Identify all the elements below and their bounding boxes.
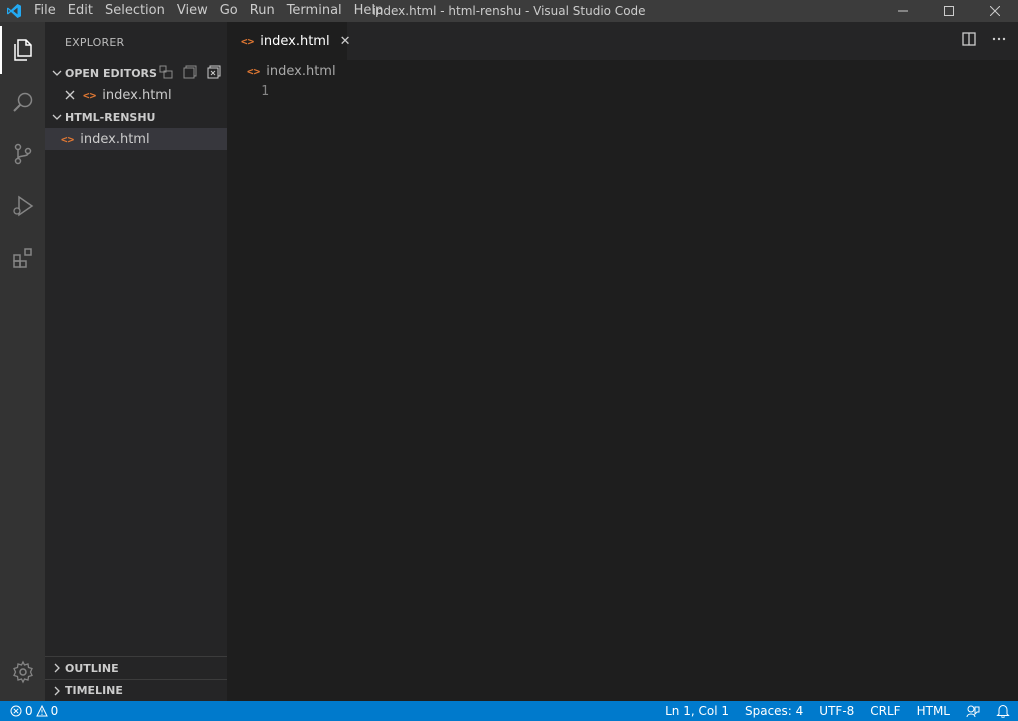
split-editor-icon[interactable]	[962, 32, 976, 50]
run-debug-icon	[12, 195, 33, 217]
error-icon	[10, 705, 22, 717]
files-icon	[13, 39, 32, 61]
maximize-icon	[944, 6, 954, 16]
problems-status[interactable]: 0 0	[10, 701, 66, 721]
encoding-status[interactable]: UTF-8	[811, 701, 862, 721]
close-editor-icon[interactable]	[65, 90, 75, 100]
editor-actions	[962, 22, 1006, 60]
menu-terminal[interactable]: Terminal	[281, 0, 348, 22]
menu-file[interactable]: File	[28, 0, 62, 22]
menu-selection[interactable]: Selection	[99, 0, 171, 22]
indentation-status[interactable]: Spaces: 4	[737, 701, 811, 721]
warning-icon	[35, 705, 48, 717]
html-file-icon: <>	[61, 132, 75, 146]
manage-button[interactable]	[0, 648, 45, 696]
notifications-button[interactable]	[988, 701, 1018, 721]
menu-view[interactable]: View	[171, 0, 214, 22]
warning-count: 0	[50, 704, 59, 718]
search-button[interactable]	[0, 78, 45, 126]
close-all-editors-icon[interactable]	[207, 65, 221, 82]
timeline-label: TIMELINE	[65, 684, 123, 697]
open-editors-label: OPEN EDITORS	[65, 66, 157, 80]
tab-label: index.html	[260, 33, 330, 49]
search-icon	[12, 92, 32, 112]
source-control-button[interactable]	[0, 130, 45, 178]
line-number: 1	[261, 84, 269, 99]
html-file-icon: <>	[247, 64, 261, 78]
extensions-button[interactable]	[0, 234, 45, 282]
html-file-icon: <>	[83, 88, 97, 102]
language-mode[interactable]: HTML	[909, 701, 958, 721]
bottom-sections: OUTLINE TIMELINE	[45, 656, 227, 701]
chevron-down-icon	[49, 68, 65, 78]
chevron-right-icon	[49, 663, 65, 673]
source-control-icon	[14, 143, 31, 165]
tabs-bar: <> index.html ✕	[227, 22, 1018, 60]
maximize-button[interactable]	[926, 0, 972, 22]
cursor-position[interactable]: Ln 1, Col 1	[657, 701, 737, 721]
error-count: 0	[25, 704, 33, 718]
timeline-header[interactable]: TIMELINE	[45, 679, 227, 701]
new-untitled-file-icon[interactable]	[159, 65, 173, 82]
folder-label: HTML-RENSHU	[65, 110, 156, 124]
window-controls	[880, 0, 1018, 22]
close-tab-icon[interactable]: ✕	[340, 34, 351, 49]
minimize-button[interactable]	[880, 0, 926, 22]
feedback-button[interactable]	[958, 701, 988, 721]
activity-bar	[0, 22, 45, 701]
feedback-icon	[966, 705, 980, 718]
explorer-sidebar: EXPLORER OPEN EDITORS <> index.html HTML…	[45, 22, 227, 701]
outline-label: OUTLINE	[65, 661, 119, 675]
menu-go[interactable]: Go	[214, 0, 244, 22]
menu-run[interactable]: Run	[244, 0, 281, 22]
code-line[interactable]: 1	[227, 82, 1018, 101]
menu-edit[interactable]: Edit	[62, 0, 99, 22]
chevron-right-icon	[49, 686, 65, 696]
menu-bar: File Edit Selection View Go Run Terminal…	[28, 0, 389, 22]
html-file-icon: <>	[241, 34, 255, 48]
extensions-icon	[12, 248, 32, 268]
gear-icon	[12, 660, 33, 684]
open-editor-filename: index.html	[102, 87, 172, 103]
close-window-button[interactable]	[972, 0, 1018, 22]
run-debug-button[interactable]	[0, 182, 45, 230]
bell-icon	[996, 704, 1010, 718]
minimize-icon	[898, 10, 908, 12]
file-tree-item[interactable]: <> index.html	[45, 128, 227, 150]
breadcrumb-filename: index.html	[266, 63, 336, 79]
open-editors-header[interactable]: OPEN EDITORS	[45, 62, 227, 84]
breadcrumb[interactable]: <> index.html	[227, 60, 1018, 82]
menu-help[interactable]: Help	[348, 0, 390, 22]
tab-index-html[interactable]: <> index.html ✕	[227, 22, 350, 60]
outline-header[interactable]: OUTLINE	[45, 657, 227, 679]
chevron-down-icon	[49, 112, 65, 122]
file-tree-filename: index.html	[80, 131, 150, 147]
open-editors-actions	[159, 62, 221, 84]
title-bar: File Edit Selection View Go Run Terminal…	[0, 0, 1018, 22]
eol-status[interactable]: CRLF	[862, 701, 908, 721]
sidebar-title: EXPLORER	[65, 36, 125, 49]
status-bar: 0 0 Ln 1, Col 1 Spaces: 4 UTF-8 CRLF HTM…	[0, 701, 1018, 721]
close-icon	[990, 6, 1000, 16]
editor-area: <> index.html ✕ <> index.html 1	[227, 22, 1018, 701]
save-all-icon[interactable]	[183, 65, 197, 82]
folder-header[interactable]: HTML-RENSHU	[45, 106, 227, 128]
explorer-button[interactable]	[0, 26, 45, 74]
open-editor-item[interactable]: <> index.html	[45, 84, 227, 106]
vscode-logo-icon	[0, 0, 28, 22]
more-actions-icon[interactable]	[992, 32, 1006, 50]
